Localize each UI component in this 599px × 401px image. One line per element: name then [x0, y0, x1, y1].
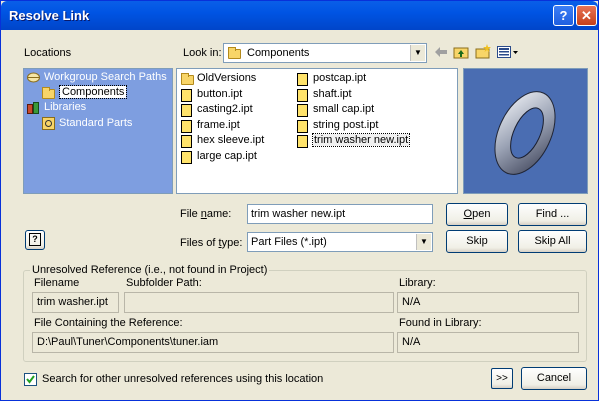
- more-button[interactable]: >>: [491, 368, 513, 389]
- folder-icon: [228, 47, 241, 59]
- window-title: Resolve Link: [9, 8, 90, 23]
- location-workgroup-search-paths[interactable]: Workgroup Search Paths: [27, 71, 167, 83]
- location-standard-parts[interactable]: Standard Parts: [42, 117, 133, 130]
- files-of-type-label: Files of type:: [180, 237, 243, 249]
- file-list-file-item[interactable]: shaft.ipt: [297, 87, 352, 102]
- file-list-file-item[interactable]: frame.ipt: [181, 118, 240, 133]
- location-label: Components: [58, 85, 128, 99]
- cancel-button[interactable]: Cancel: [521, 367, 587, 390]
- new-folder-icon[interactable]: [475, 44, 491, 59]
- folder-icon: [181, 73, 194, 85]
- find-button[interactable]: Find ...: [518, 203, 587, 226]
- skip-all-button[interactable]: Skip All: [518, 230, 587, 253]
- libraries-icon: [27, 102, 40, 114]
- file-list-file-item[interactable]: large cap.ipt: [181, 149, 257, 164]
- washer-preview-image: [494, 91, 556, 175]
- location-label: Standard Parts: [59, 117, 133, 129]
- checkmark-icon: [26, 375, 35, 384]
- file-name-value: trim washer new.ipt: [251, 208, 346, 220]
- standard-parts-icon: [42, 117, 55, 130]
- part-file-icon: [181, 104, 192, 117]
- file-list-file-item[interactable]: trim washer new.ipt: [297, 133, 411, 148]
- library-field: N/A: [397, 292, 579, 313]
- part-file-icon: [297, 135, 308, 148]
- file-name-text: string post.ipt: [313, 118, 379, 131]
- up-folder-icon[interactable]: [453, 45, 469, 59]
- help-title-button[interactable]: ?: [553, 5, 574, 26]
- part-file-icon: [297, 73, 308, 86]
- file-list[interactable]: OldVersions button.ipt casting2.ipt frame.i…: [176, 68, 458, 194]
- part-file-icon: [181, 135, 192, 148]
- title-bar: Resolve Link ? ✕: [1, 1, 598, 30]
- unresolved-legend: Unresolved Reference (i.e., not found in…: [30, 264, 270, 276]
- workgroup-icon: [27, 72, 40, 83]
- file-name-input[interactable]: trim washer new.ipt: [247, 204, 433, 224]
- search-checkbox[interactable]: [24, 373, 37, 386]
- file-name-text: trim washer new.ipt: [311, 133, 411, 147]
- files-of-type-select[interactable]: Part Files (*.ipt) ▼: [247, 232, 433, 252]
- location-libraries[interactable]: Libraries: [27, 101, 87, 114]
- files-of-type-value: Part Files (*.ipt): [251, 236, 327, 248]
- part-file-icon: [297, 88, 308, 102]
- folder-icon: [42, 87, 55, 99]
- subfolder-field: [124, 292, 394, 313]
- help-button[interactable]: ?: [25, 230, 45, 250]
- library-label: Library:: [399, 277, 436, 289]
- skip-button[interactable]: Skip: [446, 230, 508, 253]
- file-name-text: postcap.ipt: [313, 72, 367, 84]
- part-file-icon: [181, 150, 192, 164]
- file-name-text: casting2.ipt: [197, 103, 253, 115]
- file-name-label: File name:: [180, 208, 232, 220]
- subfolder-label: Subfolder Path:: [126, 277, 202, 289]
- look-in-label: Look in:: [183, 47, 222, 59]
- file-name-text: large cap.ipt: [197, 149, 257, 162]
- file-list-file-item[interactable]: string post.ipt: [297, 118, 379, 133]
- locations-label: Locations: [24, 47, 72, 59]
- resolve-link-dialog: Resolve Link ? ✕ Locations Workgroup Sea…: [0, 0, 599, 401]
- filename-field: trim washer.ipt: [32, 292, 119, 313]
- file-name-text: shaft.ipt: [313, 87, 352, 100]
- file-name-text: frame.ipt: [197, 118, 240, 131]
- close-button[interactable]: ✕: [576, 5, 597, 26]
- file-list-file-item[interactable]: small cap.ipt: [297, 103, 375, 117]
- file-name-text: button.ipt: [197, 87, 243, 100]
- part-file-icon: [297, 119, 308, 133]
- filename-label: Filename: [34, 277, 80, 289]
- look-in-value: Components: [247, 47, 310, 59]
- part-file-icon: [297, 104, 308, 117]
- found-in-library-label: Found in Library:: [399, 317, 482, 329]
- search-checkbox-label[interactable]: Search for other unresolved references u…: [42, 373, 323, 385]
- chevron-down-icon[interactable]: ▼: [410, 45, 425, 61]
- locations-panel[interactable]: Workgroup Search Paths Components Librar…: [23, 68, 173, 194]
- file-list-file-item[interactable]: postcap.ipt: [297, 72, 367, 86]
- file-name-text: hex sleeve.ipt: [197, 134, 265, 146]
- file-list-folder-item[interactable]: OldVersions: [181, 72, 257, 85]
- back-arrow-icon[interactable]: [434, 46, 448, 58]
- chevron-down-icon[interactable]: ▼: [416, 234, 431, 250]
- file-name-text: OldVersions: [197, 72, 257, 84]
- location-components[interactable]: Components: [42, 85, 128, 99]
- file-list-file-item[interactable]: hex sleeve.ipt: [181, 134, 265, 148]
- found-in-library-field: N/A: [397, 332, 579, 353]
- containing-file-field: D:\Paul\Tuner\Components\tuner.iam: [32, 332, 394, 353]
- file-list-file-item[interactable]: button.ipt: [181, 87, 243, 102]
- location-label: Libraries: [44, 101, 87, 113]
- help-icon: ?: [29, 233, 41, 246]
- look-in-combobox[interactable]: Components ▼: [223, 43, 427, 63]
- part-file-icon: [181, 88, 192, 102]
- file-list-file-item[interactable]: casting2.ipt: [181, 103, 253, 117]
- location-label: Workgroup Search Paths: [44, 71, 167, 83]
- view-menu-icon[interactable]: [497, 45, 519, 59]
- part-preview: [463, 68, 588, 194]
- containing-file-label: File Containing the Reference:: [34, 317, 183, 329]
- part-file-icon: [181, 119, 192, 133]
- file-name-text: small cap.ipt: [313, 103, 375, 115]
- open-button[interactable]: Open: [446, 203, 508, 226]
